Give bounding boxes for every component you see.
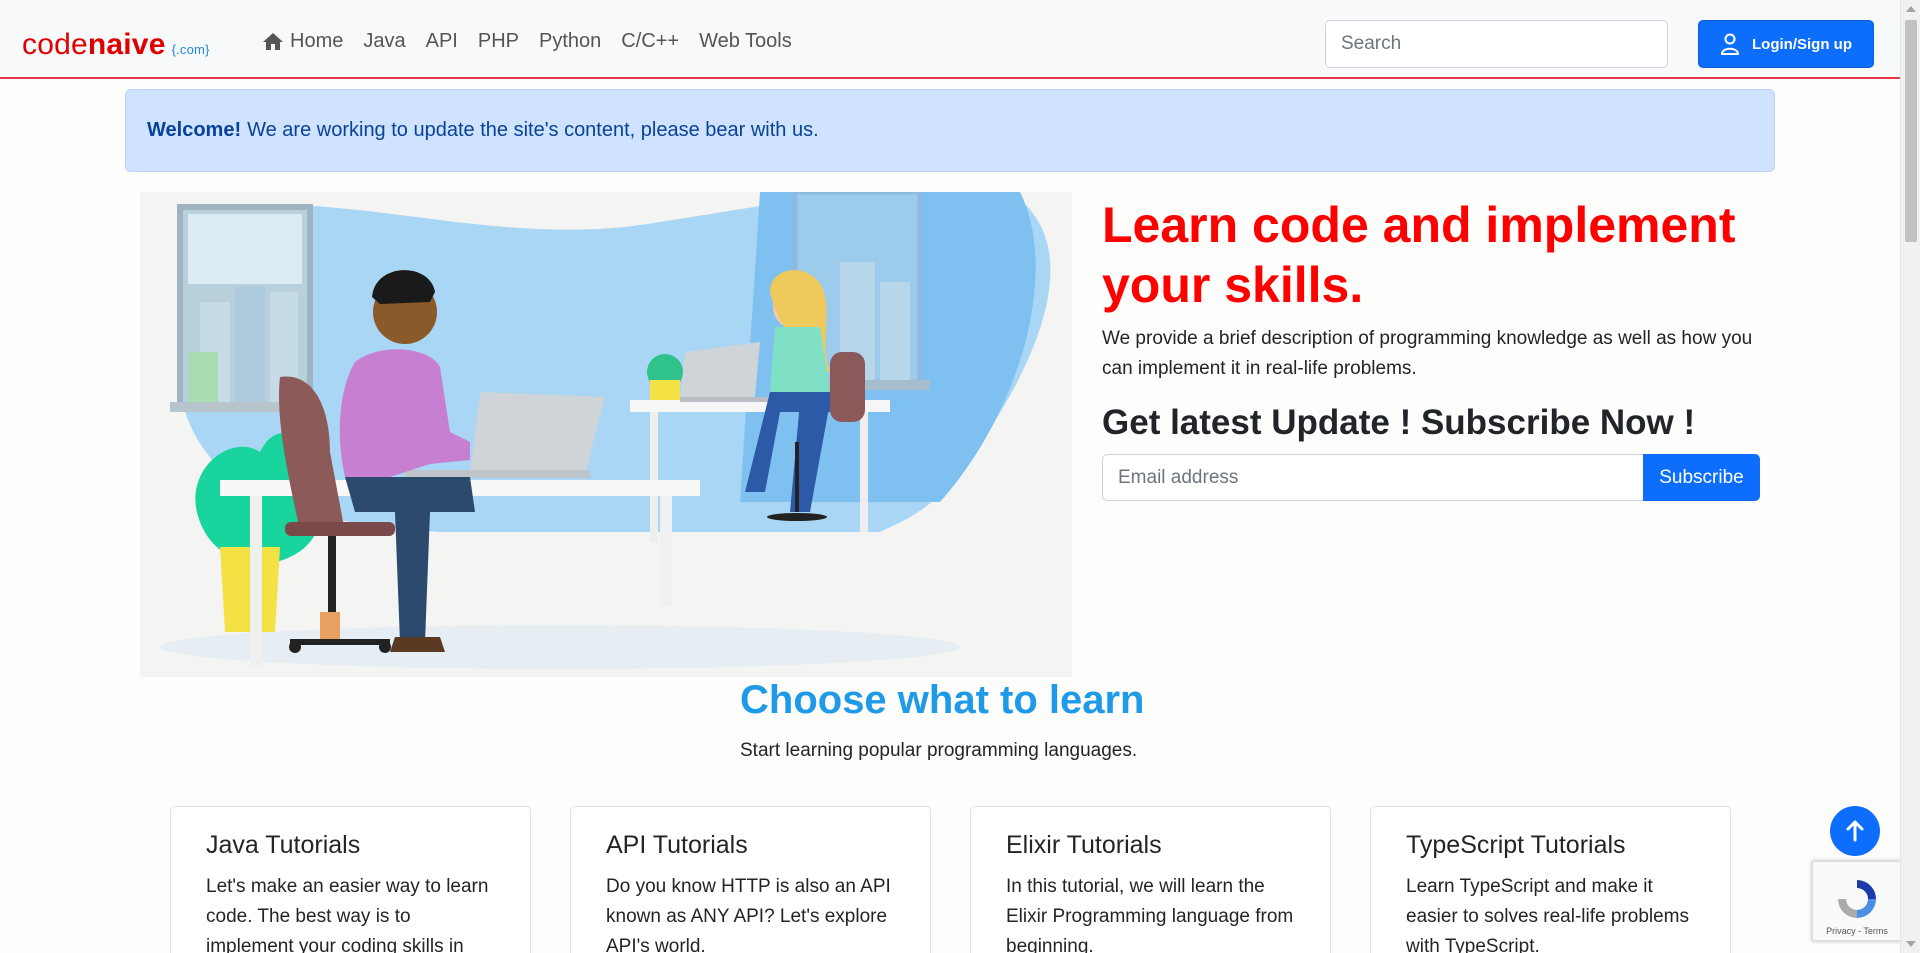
nav-links: Home Java API PHP Python C/C++ Web Tools bbox=[262, 30, 812, 53]
card-text: In this tutorial, we will learn the Elix… bbox=[1006, 876, 1294, 953]
hero-illustration-svg bbox=[160, 192, 1051, 669]
scroll-to-top-button[interactable] bbox=[1830, 806, 1880, 856]
hero-description: We provide a brief description of progra… bbox=[1102, 328, 1753, 379]
card-text: Learn TypeScript and make it easier to s… bbox=[1406, 876, 1690, 953]
card-typescript-tutorials[interactable]: TypeScript Tutorials Learn TypeScript an… bbox=[1370, 806, 1731, 953]
card-text: Do you know HTTP is also an API known as… bbox=[606, 876, 891, 953]
brand-naive-text: naive bbox=[87, 28, 166, 61]
nav-item-python-label: Python bbox=[538, 30, 602, 52]
card-title: Elixir Tutorials bbox=[1006, 831, 1162, 859]
nav-item-php[interactable]: PHP bbox=[478, 30, 519, 53]
subscribe-button[interactable]: Subscribe bbox=[1643, 454, 1760, 501]
card-java-tutorials[interactable]: Java Tutorials Let's make an easier way … bbox=[170, 806, 531, 953]
hero-title: Learn code and implement your skills. bbox=[1102, 197, 1736, 313]
card-title: TypeScript Tutorials bbox=[1406, 831, 1626, 859]
alert-text: We are working to update the site's cont… bbox=[247, 119, 819, 141]
nav-item-cpp[interactable]: C/C++ bbox=[621, 30, 679, 53]
arrow-up-icon bbox=[1846, 820, 1864, 842]
nav-item-java-label: Java bbox=[363, 30, 406, 52]
subscribe-heading: Get latest Update ! Subscribe Now ! bbox=[1102, 403, 1696, 442]
recaptcha-badge[interactable]: Privacy - Terms bbox=[1812, 861, 1902, 941]
nav-item-web-tools-label: Web Tools bbox=[699, 30, 792, 52]
card-elixir-tutorials[interactable]: Elixir Tutorials In this tutorial, we wi… bbox=[970, 806, 1331, 953]
nav-item-home-label: Home bbox=[290, 30, 344, 52]
nav-item-api-label: API bbox=[425, 30, 458, 52]
welcome-alert: Welcome! We are working to update the si… bbox=[125, 89, 1775, 172]
card-title: API Tutorials bbox=[606, 831, 748, 859]
section-subtitle: Start learning popular programming langu… bbox=[740, 740, 1138, 761]
card-title: Java Tutorials bbox=[206, 831, 361, 859]
recaptcha-icon bbox=[1838, 880, 1876, 918]
search-input[interactable] bbox=[1325, 20, 1668, 68]
brand-code-text: code bbox=[22, 28, 88, 61]
section-title: Choose what to learn bbox=[740, 678, 1145, 722]
user-icon bbox=[1720, 33, 1740, 55]
card-text: Let's make an easier way to learn code. … bbox=[206, 876, 489, 953]
home-icon bbox=[263, 33, 283, 50]
login-signup-label: Login/Sign up bbox=[1752, 35, 1852, 53]
brand-logo[interactable]: code naive {.com} bbox=[22, 28, 210, 62]
nav-item-api[interactable]: API bbox=[426, 30, 458, 53]
recaptcha-terms-text[interactable]: Privacy - Terms bbox=[1826, 926, 1888, 936]
card-api-tutorials[interactable]: API Tutorials Do you know HTTP is also a… bbox=[570, 806, 931, 953]
scroll-down-arrow-icon[interactable] bbox=[1906, 941, 1916, 947]
nav-item-php-label: PHP bbox=[477, 30, 519, 52]
login-signup-button[interactable]: Login/Sign up bbox=[1698, 20, 1874, 68]
nav-item-home[interactable]: Home bbox=[262, 30, 343, 53]
nav-item-web-tools[interactable]: Web Tools bbox=[699, 30, 792, 53]
nav-item-python[interactable]: Python bbox=[539, 30, 601, 53]
nav-item-cpp-label: C/C++ bbox=[621, 30, 680, 52]
email-field[interactable] bbox=[1102, 454, 1644, 501]
alert-strong-text: Welcome! bbox=[147, 119, 242, 141]
nav-item-java[interactable]: Java bbox=[363, 30, 405, 53]
scroll-up-arrow-icon[interactable] bbox=[1906, 6, 1916, 12]
page-scrollbar[interactable] bbox=[1900, 0, 1920, 953]
navbar: code naive {.com} Home Java API PHP Python… bbox=[0, 0, 1900, 79]
scrollbar-thumb[interactable] bbox=[1905, 20, 1917, 242]
brand-domain-text: {.com} bbox=[171, 42, 210, 57]
hero-illustration bbox=[140, 192, 1072, 677]
